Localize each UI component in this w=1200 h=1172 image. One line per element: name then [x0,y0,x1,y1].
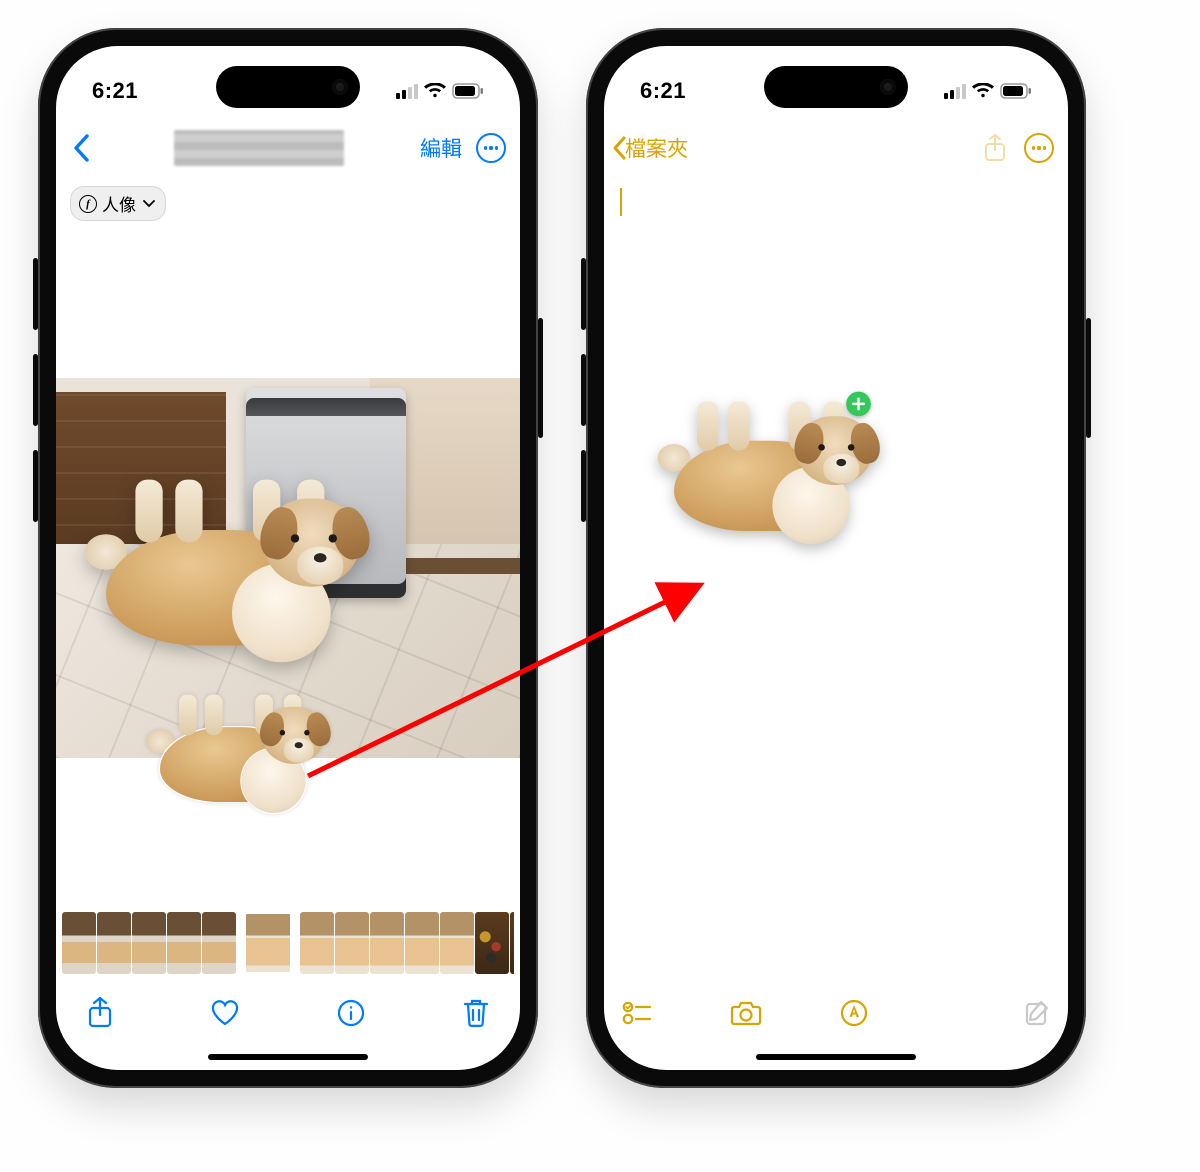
delete-button[interactable] [454,991,498,1035]
photos-toolbar [56,978,520,1048]
more-button[interactable] [1024,133,1054,163]
back-button[interactable] [64,126,98,170]
back-label: 檔案夾 [625,133,688,163]
share-button[interactable] [980,133,1010,163]
checklist-button[interactable] [622,991,652,1035]
portrait-filter-label: 人像 [102,191,136,216]
screen-notes: 6:21 檔案夾 [604,46,1068,1070]
status-time: 6:21 [640,78,686,104]
thumbnail[interactable] [370,912,404,974]
aperture-icon: f [79,195,97,213]
thumbnail-current[interactable] [244,912,292,974]
notes-toolbar [604,978,1068,1048]
favorite-button[interactable] [203,991,247,1035]
more-button[interactable] [476,133,506,163]
compose-button[interactable] [1024,991,1052,1035]
iphone-frame-right: 6:21 檔案夾 [586,28,1086,1088]
edit-button[interactable]: 編輯 [420,133,462,163]
text-cursor [620,188,622,216]
cellular-icon [944,83,966,99]
thumbnail[interactable] [510,912,514,974]
dynamic-island [216,66,360,108]
thumbnail[interactable] [440,912,474,974]
chevron-down-icon [143,196,155,211]
markup-button[interactable] [840,991,868,1035]
note-editor[interactable] [604,186,1068,970]
battery-icon [1000,83,1032,99]
notes-nav-bar: 檔案夾 [604,118,1068,178]
thumbnail[interactable] [97,912,131,974]
status-indicators [944,83,1032,99]
photo-title-redacted [174,130,344,166]
share-button[interactable] [78,991,122,1035]
thumbnail[interactable] [475,912,509,974]
back-button[interactable]: 檔案夾 [612,133,688,163]
thumbnail[interactable] [202,912,236,974]
portrait-filter-chip[interactable]: f 人像 [70,186,166,221]
iphone-frame-left: 6:21 編輯 f 人像 [38,28,538,1088]
cellular-icon [396,83,418,99]
battery-icon [452,83,484,99]
thumbnail[interactable] [167,912,201,974]
thumbnail[interactable] [62,912,96,974]
screen-photos: 6:21 編輯 f 人像 [56,46,520,1070]
wifi-icon [424,83,446,99]
thumbnail[interactable] [132,912,166,974]
home-indicator[interactable] [208,1054,368,1060]
camera-button[interactable] [730,991,762,1035]
thumbnail[interactable] [405,912,439,974]
status-time: 6:21 [92,78,138,104]
photo-filmstrip[interactable] [62,912,514,974]
info-button[interactable] [329,991,373,1035]
thumbnail[interactable] [300,912,334,974]
add-badge-icon [846,392,871,417]
dynamic-island [764,66,908,108]
home-indicator[interactable] [756,1054,916,1060]
thumbnail[interactable] [335,912,369,974]
photos-nav-bar: 編輯 [56,118,520,178]
wifi-icon [972,83,994,99]
status-indicators [396,83,484,99]
